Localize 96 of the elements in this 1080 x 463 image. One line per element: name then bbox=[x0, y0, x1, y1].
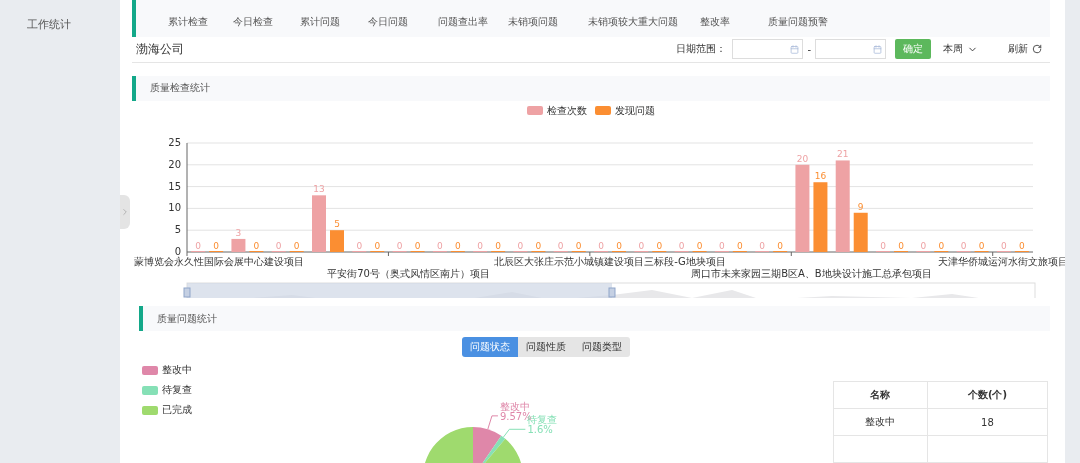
axis-label: 蒙博览会永久性国际会展中心建设项目 bbox=[134, 255, 304, 267]
bar bbox=[312, 195, 326, 252]
data-label: 0 bbox=[719, 240, 725, 251]
legend-item[interactable]: 整改中 bbox=[142, 363, 232, 378]
data-label: 0 bbox=[737, 240, 743, 251]
legend-item[interactable]: 检查次数 bbox=[527, 103, 587, 118]
leader-line bbox=[487, 415, 499, 430]
bar bbox=[231, 238, 246, 252]
calendar-icon bbox=[873, 44, 882, 54]
data-label: 13 bbox=[313, 184, 325, 195]
axis-label: 周口市未来家园三期B区A、B地块设计施工总承包项目 bbox=[691, 267, 932, 279]
legend-item[interactable]: 发现问题 bbox=[595, 103, 655, 118]
section-title: 质量问题统计 bbox=[157, 311, 217, 326]
data-label: 0 bbox=[960, 240, 967, 251]
data-label: 0 bbox=[656, 240, 663, 251]
stat-label: 质量问题预警 bbox=[768, 14, 829, 29]
data-label: 0 bbox=[759, 240, 765, 251]
data-label: 0 bbox=[575, 240, 582, 251]
bar bbox=[330, 230, 344, 252]
data-label: 0 bbox=[1019, 240, 1025, 251]
data-label: 5 bbox=[334, 219, 340, 230]
data-label: 0 bbox=[396, 240, 403, 251]
column-header: 名称 bbox=[833, 381, 928, 409]
data-label: 0 bbox=[495, 240, 501, 251]
data-label: 3 bbox=[235, 227, 242, 238]
leader-line bbox=[502, 428, 526, 438]
table-cell: 整改中 bbox=[833, 408, 928, 436]
axis-label: 北辰区大张庄示范小城镇建设项目三标段-G地块项目 bbox=[494, 255, 726, 267]
data-label: 0 bbox=[517, 240, 524, 251]
column-header: 个数(个) bbox=[927, 381, 1048, 409]
company-name: 渤海公司 bbox=[136, 40, 185, 58]
data-label: 0 bbox=[777, 240, 783, 251]
section-title: 质量检查统计 bbox=[150, 81, 210, 96]
data-label: 0 bbox=[678, 240, 685, 251]
axis-label: 15 bbox=[168, 180, 181, 192]
bar bbox=[813, 182, 828, 252]
stat-label: 累计检查 bbox=[168, 14, 209, 29]
data-label: 0 bbox=[598, 240, 604, 251]
stat-label: 问题查出率 bbox=[438, 14, 489, 29]
stat-label: 未销项问题 bbox=[508, 14, 559, 29]
table-cell: 18 bbox=[927, 408, 1048, 436]
tab[interactable]: 问题类型 bbox=[574, 337, 630, 358]
legend-item[interactable]: 待复查 bbox=[142, 383, 232, 398]
legend-item[interactable]: 已完成 bbox=[142, 403, 232, 418]
data-label: 0 bbox=[696, 240, 703, 251]
data-label: 0 bbox=[455, 240, 461, 251]
data-label: 21 bbox=[837, 149, 849, 160]
data-label: 0 bbox=[253, 240, 260, 251]
data-label: 0 bbox=[638, 240, 645, 251]
bar bbox=[853, 212, 868, 252]
stat-label: 今日问题 bbox=[368, 14, 409, 29]
data-label: 0 bbox=[898, 240, 904, 251]
data-label: 0 bbox=[477, 240, 483, 251]
data-label: 0 bbox=[293, 240, 300, 251]
data-label: 0 bbox=[880, 240, 886, 251]
date-range-label: 日期范围： bbox=[676, 42, 727, 57]
chevron-right-icon bbox=[120, 207, 130, 217]
period-dropdown[interactable]: 本周 bbox=[943, 42, 978, 57]
data-label: 0 bbox=[275, 240, 282, 251]
refresh-button[interactable]: 刷新 bbox=[1008, 42, 1042, 57]
axis-label: 平安街70号（奥式风情区南片）项目 bbox=[327, 267, 490, 279]
data-label: 0 bbox=[938, 240, 945, 251]
data-label: 9 bbox=[857, 201, 864, 212]
tab[interactable]: 问题性质 bbox=[518, 337, 574, 358]
data-label: 0 bbox=[414, 240, 421, 251]
data-label: 0 bbox=[374, 240, 381, 251]
stat-label: 累计问题 bbox=[300, 14, 341, 29]
data-label: 0 bbox=[978, 240, 985, 251]
data-label: 0 bbox=[356, 240, 363, 251]
date-field[interactable] bbox=[732, 39, 804, 60]
data-label: 0 bbox=[437, 240, 443, 251]
axis-label: 0 bbox=[174, 245, 181, 257]
stat-label: 今日检查 bbox=[233, 14, 274, 29]
stat-label: 整改率 bbox=[700, 14, 731, 29]
data-label: 20 bbox=[796, 153, 809, 164]
separator: - bbox=[807, 43, 811, 55]
calendar-icon bbox=[790, 44, 800, 54]
date-field[interactable] bbox=[815, 39, 886, 60]
data-label: 0 bbox=[557, 240, 564, 251]
axis-label: 20 bbox=[168, 158, 181, 170]
axis-label: 5 bbox=[174, 224, 181, 236]
data-label: 16 bbox=[814, 171, 827, 182]
stat-label: 未销项较大重大问题 bbox=[588, 14, 679, 29]
axis-label: 25 bbox=[168, 136, 181, 148]
data-label: 0 bbox=[1001, 240, 1007, 251]
collapse-button[interactable] bbox=[120, 195, 130, 229]
slider-handle[interactable] bbox=[608, 287, 616, 298]
data-label: 0 bbox=[535, 240, 542, 251]
sidebar-item[interactable]: 工作统计 bbox=[0, 17, 120, 32]
data-label: 0 bbox=[195, 240, 201, 251]
data-label: 0 bbox=[920, 240, 927, 251]
data-label: 0 bbox=[616, 240, 622, 251]
data-label: 0 bbox=[213, 240, 219, 251]
slider-handle[interactable] bbox=[183, 287, 191, 298]
refresh-icon bbox=[1032, 44, 1042, 55]
axis-label: 10 bbox=[168, 202, 181, 214]
